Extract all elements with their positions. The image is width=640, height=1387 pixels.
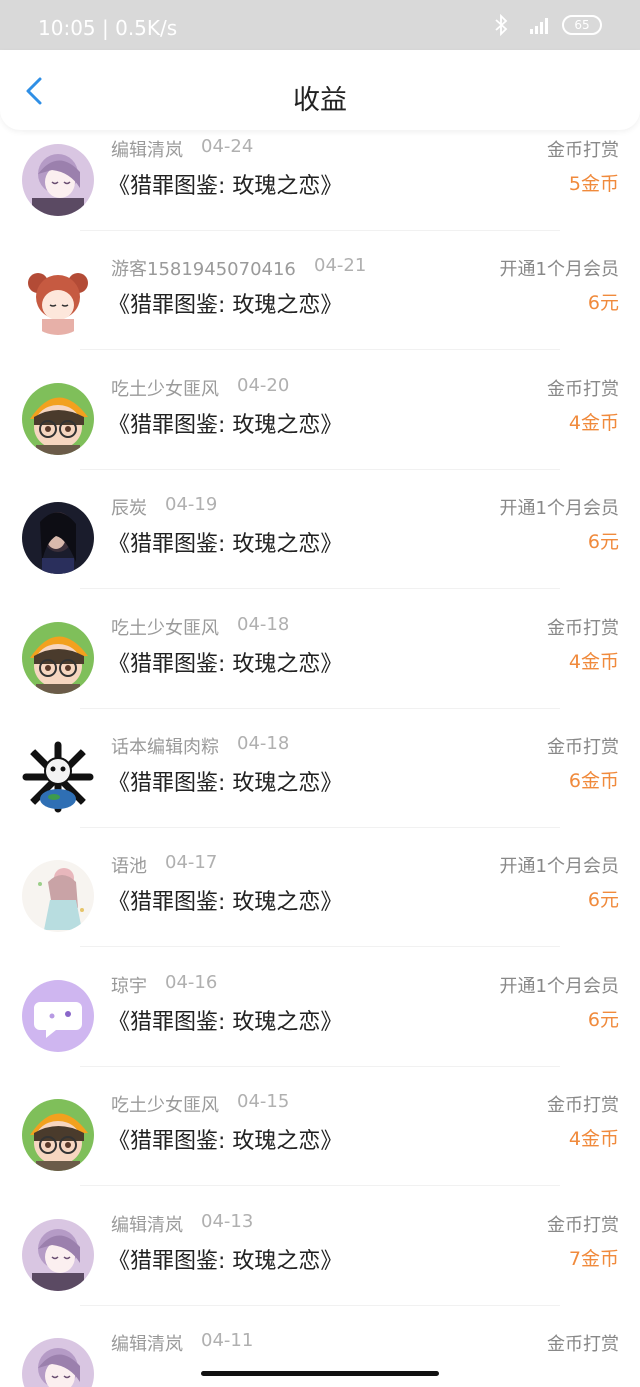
divider	[80, 946, 560, 948]
book-title: 《猎罪图鉴: 玫瑰之恋》	[108, 174, 343, 199]
battery-icon: 65	[562, 15, 602, 35]
record-date: 04-20	[237, 374, 290, 396]
income-type: 金币打赏	[547, 737, 619, 758]
income-record[interactable]: 游客1581945070416 04-21 《猎罪图鉴: 玫瑰之恋》 开通1个月会员 6…	[0, 255, 640, 374]
avatar[interactable]	[22, 382, 94, 455]
user-name: 游客1581945070416	[111, 259, 296, 281]
divider	[80, 1065, 560, 1067]
record-date: 04-21	[314, 255, 367, 277]
income-type: 金币打赏	[547, 1334, 619, 1355]
user-name: 话本编辑肉粽	[111, 737, 219, 758]
user-name: 吃土少女匪风	[111, 617, 219, 639]
avatar[interactable]	[22, 741, 94, 813]
income-record[interactable]: 语池 04-17 《猎罪图鉴: 玫瑰之恋》 开通1个月会员 6元	[0, 852, 640, 971]
income-type: 金币打赏	[547, 378, 619, 400]
divider	[80, 230, 560, 231]
record-date: 04-24	[201, 136, 254, 157]
book-title: 《猎罪图鉴: 玫瑰之恋》	[108, 890, 343, 916]
income-amount: 4金币	[568, 411, 619, 434]
user-name: 语池	[111, 856, 147, 878]
income-record[interactable]: 琼宇 04-16 《猎罪图鉴: 玫瑰之恋》 开通1个月会员 6元	[0, 972, 640, 1091]
income-amount: 6元	[587, 292, 619, 315]
income-amount: 6金币	[568, 770, 619, 792]
avatar[interactable]	[22, 1099, 94, 1172]
bluetooth-icon	[495, 14, 508, 36]
book-title: 《猎罪图鉴: 玫瑰之恋》	[108, 1248, 343, 1274]
user-name: 吃土少女匪风	[111, 378, 219, 400]
income-record[interactable]: 辰炭 04-19 《猎罪图鉴: 玫瑰之恋》 开通1个月会员 6元	[0, 494, 640, 613]
income-amount: 6元	[587, 531, 619, 554]
user-name: 编辑清岚	[111, 1214, 183, 1236]
record-date: 04-17	[165, 852, 218, 874]
income-type: 开通1个月会员	[499, 259, 619, 281]
income-record[interactable]: 话本编辑肉粽 04-18 《猎罪图鉴: 玫瑰之恋》 金币打赏 6金币	[0, 733, 640, 852]
book-title: 《猎罪图鉴: 玫瑰之恋》	[108, 771, 343, 796]
record-date: 04-13	[201, 1210, 254, 1232]
income-record[interactable]: 吃土少女匪风 04-15 《猎罪图鉴: 玫瑰之恋》 金币打赏 4金币	[0, 1091, 640, 1210]
book-title: 《猎罪图鉴: 玫瑰之恋》	[108, 1009, 343, 1035]
nav-bar: 收益	[0, 50, 640, 130]
income-record[interactable]: 编辑清岚 04-11 金币打赏	[0, 1330, 640, 1387]
avatar[interactable]	[22, 860, 94, 933]
income-amount: 4金币	[568, 1128, 619, 1151]
user-name: 编辑清岚	[111, 140, 183, 161]
user-name: 辰炭	[111, 498, 147, 520]
home-indicator	[201, 1371, 439, 1376]
signal-icon	[530, 18, 548, 34]
record-date: 04-18	[237, 613, 290, 635]
book-title: 《猎罪图鉴: 玫瑰之恋》	[108, 412, 343, 438]
page-title: 收益	[293, 85, 347, 116]
status-time: 10:05 | 0.5K/s	[38, 16, 178, 40]
user-name: 编辑清岚	[111, 1334, 183, 1355]
record-date: 04-15	[237, 1091, 290, 1113]
income-record[interactable]: 吃土少女匪风 04-20 《猎罪图鉴: 玫瑰之恋》 金币打赏 4金币	[0, 375, 640, 494]
divider	[80, 588, 560, 590]
record-date: 04-11	[201, 1330, 254, 1351]
divider	[80, 707, 560, 709]
income-type: 金币打赏	[547, 617, 619, 639]
income-type: 开通1个月会员	[499, 856, 619, 878]
book-title: 《猎罪图鉴: 玫瑰之恋》	[108, 293, 343, 319]
avatar[interactable]	[22, 979, 94, 1052]
income-amount: 4金币	[568, 650, 619, 673]
income-amount: 7金币	[568, 1247, 619, 1270]
income-type: 开通1个月会员	[499, 975, 619, 997]
record-date: 04-16	[165, 971, 218, 993]
avatar[interactable]	[22, 144, 94, 216]
book-title: 《猎罪图鉴: 玫瑰之恋》	[108, 651, 343, 677]
user-name: 吃土少女匪风	[111, 1095, 219, 1117]
avatar[interactable]	[22, 1218, 94, 1291]
income-type: 开通1个月会员	[499, 498, 619, 520]
divider	[80, 1185, 560, 1187]
user-name: 琼宇	[111, 975, 147, 997]
record-date: 04-18	[237, 733, 290, 754]
avatar[interactable]	[22, 263, 94, 336]
record-date: 04-19	[165, 494, 218, 516]
divider	[80, 468, 560, 470]
income-type: 金币打赏	[547, 1095, 619, 1117]
avatar[interactable]	[22, 502, 94, 575]
book-title: 《猎罪图鉴: 玫瑰之恋》	[108, 532, 343, 558]
income-amount: 6元	[587, 889, 619, 912]
income-record[interactable]: 编辑清岚 04-24 《猎罪图鉴: 玫瑰之恋》 金币打赏 5金币	[0, 136, 640, 255]
divider	[80, 349, 560, 351]
book-title: 《猎罪图鉴: 玫瑰之恋》	[108, 1129, 343, 1155]
income-record[interactable]: 吃土少女匪风 04-18 《猎罪图鉴: 玫瑰之恋》 金币打赏 4金币	[0, 614, 640, 733]
income-amount: 5金币	[568, 173, 619, 195]
divider	[80, 1304, 560, 1306]
income-record[interactable]: 编辑清岚 04-13 《猎罪图鉴: 玫瑰之恋》 金币打赏 7金币	[0, 1211, 640, 1330]
income-type: 金币打赏	[547, 140, 619, 161]
income-amount: 6元	[587, 1008, 619, 1031]
avatar[interactable]	[22, 621, 94, 694]
income-type: 金币打赏	[547, 1214, 619, 1236]
divider	[80, 827, 560, 828]
avatar[interactable]	[22, 1338, 94, 1387]
status-bar: 10:05 | 0.5K/s 65	[0, 0, 640, 50]
